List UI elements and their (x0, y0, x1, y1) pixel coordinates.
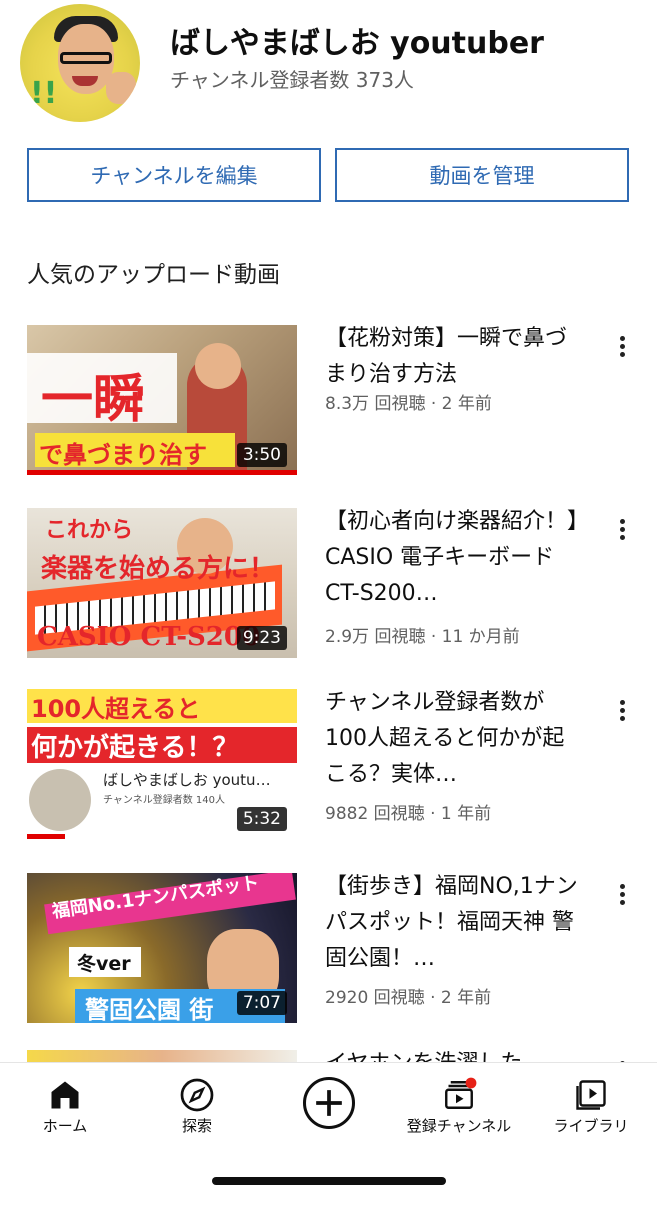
video-thumbnail[interactable]: 一瞬 で鼻づまり治す 3:50 (27, 325, 297, 475)
notification-dot (465, 1077, 477, 1089)
thumb-text: これから (45, 518, 134, 543)
video-title[interactable]: 【街歩き】福岡NO,1ナンパスポット！福岡天神 警固公園！… (325, 869, 580, 977)
thumb-caption: で鼻づまり治す (39, 441, 207, 469)
thumb-text: 何かが起きる！？ (31, 733, 239, 763)
video-meta: 2.9万 回視聴 · 11 か月前 (325, 627, 520, 647)
channel-avatar[interactable]: !! (20, 4, 140, 122)
more-options-icon[interactable] (612, 881, 632, 907)
video-thumbnail[interactable]: 100人超えると 何かが起きる！？ ばしやまばしお youtu… チャンネル登録… (27, 689, 297, 839)
thumb-text: 楽器を始める方に！ (41, 554, 276, 584)
edit-channel-button[interactable]: チャンネルを編集 (27, 148, 321, 202)
video-duration: 3:50 (236, 443, 287, 467)
nav-explore-label: 探索 (181, 1117, 212, 1135)
video-title[interactable]: 【花粉対策】一瞬で鼻づまり治す方法 (325, 321, 580, 393)
library-icon (576, 1080, 606, 1110)
video-duration: 9:23 (236, 626, 287, 650)
manage-videos-button[interactable]: 動画を管理 (335, 148, 629, 202)
avatar-exclamation: !! (30, 76, 58, 111)
video-item[interactable]: 福岡No.1ナンパスポット 冬ver 警固公園 街 7:07 【街歩き】福岡NO… (0, 873, 657, 1033)
subscriptions-icon (445, 1077, 477, 1109)
section-title: 人気のアップロード動画 (27, 262, 280, 288)
avatar-hand (106, 72, 136, 104)
thumb-text: CASIO CT-S200 (37, 622, 261, 652)
video-meta: 2920 回視聴 · 2 年前 (325, 988, 492, 1008)
nav-subscriptions-label: 登録チャンネル (406, 1117, 512, 1135)
thumb-person-head (195, 343, 241, 389)
video-item[interactable]: これから 楽器を始める方に！ CASIO CT-S200 9:23 【初心者向け… (0, 508, 657, 668)
video-meta: 9882 回視聴 · 1 年前 (325, 804, 492, 824)
nav-home-label: ホーム (42, 1117, 88, 1135)
watch-progress (27, 470, 297, 475)
channel-name: ばしやまばしお youtuber (170, 26, 544, 61)
more-options-icon[interactable] (612, 697, 632, 723)
avatar-glasses (60, 52, 112, 64)
nav-subscriptions[interactable]: 登録チャンネル (394, 1063, 524, 1153)
nav-library[interactable]: ライブラリ (526, 1063, 656, 1153)
more-options-icon[interactable] (612, 333, 632, 359)
nav-library-label: ライブラリ (553, 1117, 629, 1135)
subscriber-count: チャンネル登録者数 373人 (170, 68, 414, 92)
channel-header: !! ばしやまばしお youtuber チャンネル登録者数 373人 (0, 0, 657, 130)
thumb-avatar (29, 769, 91, 831)
thumb-text: 警固公園 街 (85, 996, 214, 1023)
nav-explore[interactable]: 探索 (132, 1063, 262, 1153)
video-duration: 5:32 (236, 807, 287, 831)
thumb-text: 冬ver (77, 953, 131, 975)
nav-home[interactable]: ホーム (0, 1063, 130, 1153)
compass-icon (180, 1078, 214, 1112)
thumb-text: チャンネル登録者数 140人 (103, 795, 225, 806)
video-item[interactable]: 一瞬 で鼻づまり治す 3:50 【花粉対策】一瞬で鼻づまり治す方法 8.3万 回… (0, 325, 657, 485)
home-icon (51, 1081, 79, 1109)
video-meta: 8.3万 回視聴 · 2 年前 (325, 394, 492, 414)
video-title[interactable]: 【初心者向け楽器紹介！】CASIO 電子キーボード CT-S200… (325, 504, 580, 612)
video-item[interactable]: 100人超えると 何かが起きる！？ ばしやまばしお youtu… チャンネル登録… (0, 689, 657, 849)
home-indicator (212, 1177, 446, 1185)
video-thumbnail[interactable]: これから 楽器を始める方に！ CASIO CT-S200 9:23 (27, 508, 297, 658)
watch-progress (27, 834, 65, 839)
more-options-icon[interactable] (612, 516, 632, 542)
nav-create[interactable] (264, 1063, 394, 1153)
video-duration: 7:07 (236, 991, 287, 1015)
video-title[interactable]: チャンネル登録者数が100人超えると何かが起こる？実体… (325, 685, 580, 793)
thumb-text: ばしやまばしお youtu… (103, 771, 271, 789)
thumb-text: 100人超えると (31, 695, 201, 723)
add-icon (302, 1076, 356, 1130)
thumb-text: 一瞬 (41, 370, 146, 430)
video-thumbnail[interactable]: 福岡No.1ナンパスポット 冬ver 警固公園 街 7:07 (27, 873, 297, 1023)
